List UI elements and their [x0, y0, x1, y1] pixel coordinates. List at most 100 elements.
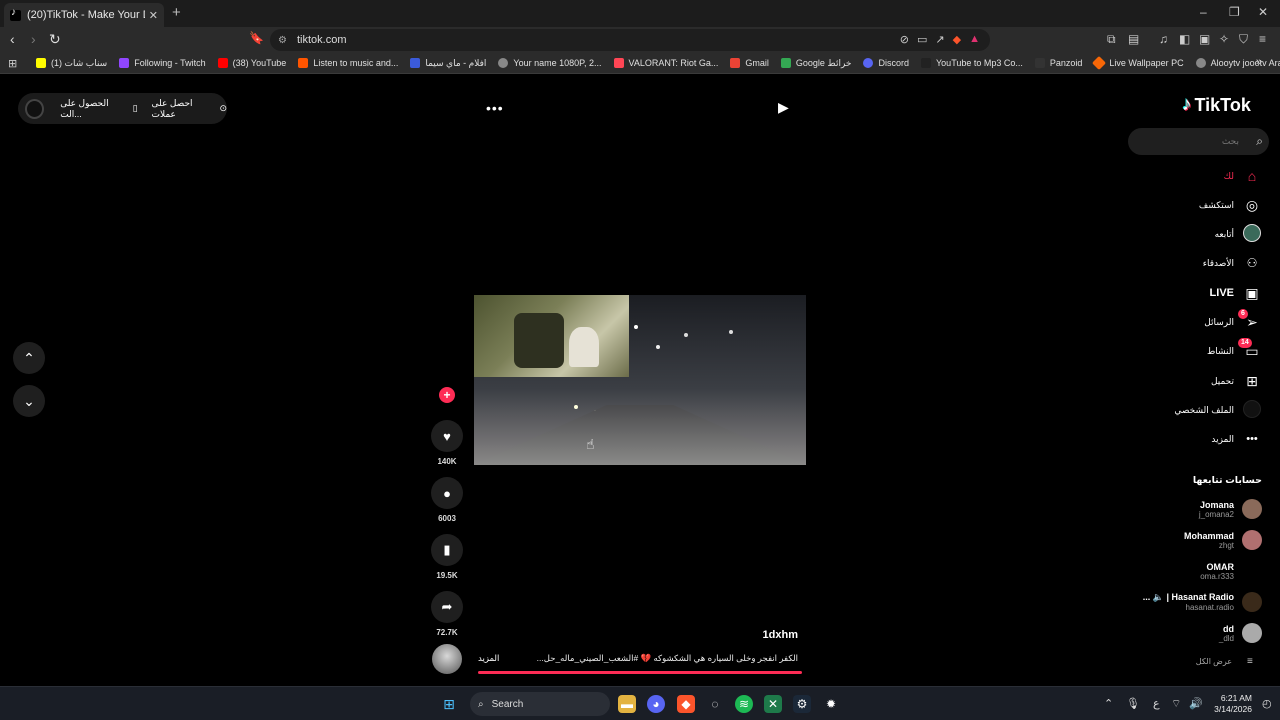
windows-start-icon[interactable]: ⊞	[440, 695, 458, 713]
close-tab-icon[interactable]: ✕	[149, 9, 158, 22]
more-options-icon[interactable]: •••	[486, 100, 504, 116]
system-clock[interactable]: 6:21 AM 3/14/2026	[1208, 693, 1252, 715]
sidebar-toggle-icon[interactable]: ◧	[1179, 32, 1190, 46]
discord-icon[interactable]: ◕	[647, 695, 665, 713]
steam-icon[interactable]: ⚙	[793, 695, 811, 713]
bookmark-panzoid[interactable]: Panzoid	[1034, 58, 1082, 68]
nav-messages[interactable]: الرسائل ➢ 6	[1130, 308, 1262, 333]
translate-off-icon[interactable]: ⊘	[900, 33, 909, 46]
reload-icon[interactable]: ↻	[49, 31, 61, 48]
microphone-icon[interactable]: 🎙	[1126, 697, 1140, 710]
next-video-button[interactable]: ⌄	[13, 385, 45, 417]
see-all-link[interactable]: عرض الكل	[1160, 657, 1232, 666]
video-progress-bar[interactable]	[478, 671, 802, 674]
bookmark-page-icon[interactable]: 🔖	[249, 31, 264, 45]
following-account[interactable]: OMAR oma.r333	[1120, 557, 1262, 585]
tray-overflow-icon[interactable]: ⌃	[1104, 697, 1113, 710]
extensions-icon[interactable]: ⧉	[1107, 32, 1116, 47]
bookmark-snapchat[interactable]: (1) سناب شات	[36, 58, 107, 69]
account-name: dd	[1223, 623, 1234, 634]
video-inset-driver	[474, 295, 629, 377]
bookmark-discord[interactable]: Discord	[863, 58, 909, 68]
caption-more-link[interactable]: المزيد	[478, 653, 499, 664]
minimize-window-button[interactable]: –	[1200, 5, 1207, 19]
leo-ai-icon[interactable]: ✧	[1219, 32, 1229, 46]
nav-explore[interactable]: استكشف ◎	[1130, 194, 1262, 216]
following-account[interactable]: dd _dld	[1120, 619, 1262, 647]
wifi-icon[interactable]: ⌔	[1171, 697, 1181, 711]
terminal-icon[interactable]: ✕	[764, 695, 782, 713]
following-account[interactable]: Jomana j_omana2	[1120, 495, 1262, 523]
user-avatar[interactable]	[25, 98, 45, 119]
tiktok-logo[interactable]: ♪ TikTok	[1182, 94, 1251, 116]
bookmark-youtube[interactable]: (38) YouTube	[217, 58, 286, 68]
bookmark-twitch[interactable]: Following - Twitch	[119, 58, 206, 68]
play-icon[interactable]: ▶	[778, 99, 789, 116]
nav-activity[interactable]: النشاط ▭ 14	[1130, 337, 1262, 362]
input-language[interactable]: ع	[1153, 697, 1160, 710]
bookmark-your-name[interactable]: Your name 1080P, 2...	[498, 58, 602, 68]
maximize-window-button[interactable]: ❐	[1229, 5, 1240, 19]
cast-icon[interactable]: ▭	[917, 33, 927, 46]
bookmark-yt-mp3[interactable]: YouTube to Mp3 Co...	[921, 58, 1023, 68]
comment-button[interactable]: ●	[431, 477, 463, 509]
bookmark-soundcloud[interactable]: Listen to music and...	[298, 58, 398, 68]
windows-taskbar: ⊞ ⌕ Search ▬ ◕ ◆ ◌ ≋ ✕ ⚙ ✹ ⌃ 🎙 ع ⌔ 🔊 6:2…	[0, 686, 1280, 720]
previous-video-button[interactable]: ⌃	[13, 342, 45, 374]
reader-mode-icon[interactable]: ▤	[1128, 32, 1139, 46]
spotify-icon[interactable]: ≋	[735, 695, 753, 713]
nav-more[interactable]: المزيد •••	[1130, 428, 1262, 450]
apps-grid-icon[interactable]: ⊞	[8, 57, 17, 70]
creator-avatar[interactable]	[432, 644, 462, 674]
notifications-icon[interactable]: ◴	[1262, 697, 1272, 710]
nav-profile[interactable]: الملف الشخصي	[1130, 399, 1262, 421]
vpn-shield-icon[interactable]: ⛉	[1239, 32, 1248, 47]
bookmark-gmail[interactable]: Gmail	[730, 58, 769, 68]
get-app-button[interactable]: الحصول على الت... ▯	[60, 98, 137, 120]
wallet-icon[interactable]: ▣	[1199, 32, 1210, 46]
back-icon[interactable]: ‹	[10, 31, 15, 47]
avatar	[1242, 499, 1262, 519]
steam-ring-icon[interactable]: ◌	[706, 695, 724, 713]
nav-friends[interactable]: الأصدقاء ⚇	[1130, 252, 1262, 274]
settings-lines-icon[interactable]: ≡	[1247, 656, 1253, 667]
brave-browser-icon[interactable]: ◆	[677, 695, 695, 713]
share-button[interactable]: ➦	[431, 591, 463, 623]
video-username[interactable]: 1dxhm	[650, 629, 798, 641]
bookmark-valorant[interactable]: VALORANT: Riot Ga...	[613, 58, 718, 68]
save-button[interactable]: ▮	[431, 534, 463, 566]
taskbar-search[interactable]: ⌕ Search	[470, 692, 610, 716]
browser-tab-tiktok[interactable]: (20)TikTok - Make Your Day ✕	[4, 3, 164, 27]
nav-for-you[interactable]: لك ⌂	[1130, 165, 1262, 187]
bookmarks-overflow-icon[interactable]: »	[1256, 56, 1262, 68]
volume-icon[interactable]: 🔊	[1189, 697, 1203, 710]
media-icon[interactable]: ♫	[1159, 32, 1168, 46]
bookmark-alooytv[interactable]: Alooytv joootv Arab...	[1195, 58, 1280, 68]
file-explorer-icon[interactable]: ▬	[618, 695, 636, 713]
forward-icon[interactable]: ›	[31, 31, 36, 47]
new-tab-button[interactable]: +	[172, 4, 181, 21]
follow-plus-icon[interactable]: +	[439, 387, 455, 403]
bookmark-live-wallpaper[interactable]: Live Wallpaper PC	[1092, 55, 1184, 71]
following-account[interactable]: Mohammad zhgt	[1120, 526, 1262, 554]
like-button[interactable]: ♥	[431, 420, 463, 452]
site-settings-icon[interactable]: ⚙	[278, 35, 287, 46]
settings-gear-icon[interactable]: ✹	[822, 695, 840, 713]
bookmark-mycima[interactable]: افلام - ماي سيما	[410, 58, 486, 69]
brave-rewards-icon[interactable]: ▲	[969, 33, 980, 46]
share-icon[interactable]: ↗	[935, 33, 944, 46]
bookmark-google-maps[interactable]: Google خرائط	[780, 58, 851, 69]
following-account[interactable]: ... 🔈 | Hasanat Radio hasanat.radio	[1120, 588, 1262, 616]
clock-date: 3/14/2026	[1214, 704, 1252, 714]
brave-shields-icon[interactable]: ◆	[953, 33, 961, 46]
address-bar[interactable]: ⚙ tiktok.com ⊘ ▭ ↗ ◆ ▲	[270, 29, 990, 51]
close-window-button[interactable]: ✕	[1258, 5, 1268, 19]
search-input[interactable]: بحث ⌕	[1128, 128, 1269, 155]
menu-icon[interactable]: ≡	[1259, 32, 1266, 46]
search-icon[interactable]: ⌕	[1256, 134, 1263, 149]
nav-live[interactable]: LIVE ▣	[1130, 282, 1262, 304]
video-player[interactable]	[474, 295, 806, 465]
nav-upload[interactable]: تحميل ⊞	[1130, 370, 1262, 392]
nav-following[interactable]: أتابعه	[1130, 223, 1262, 245]
get-coins-button[interactable]: احصل على عملات ⊙	[152, 98, 227, 120]
